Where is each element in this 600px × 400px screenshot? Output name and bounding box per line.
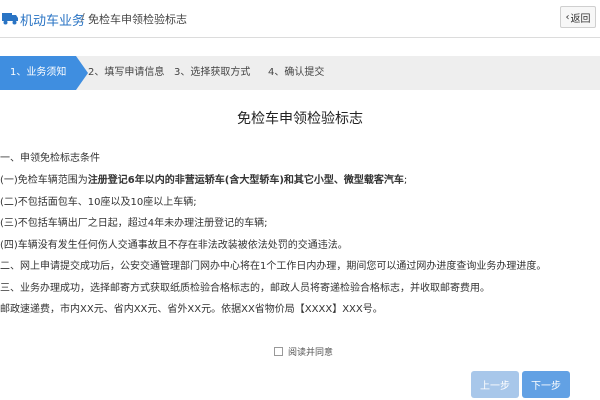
back-label: 返回 <box>570 13 591 25</box>
condition-item-1-prefix: (一)免检车辆范围为 <box>0 175 88 186</box>
breadcrumb-separator: / <box>81 11 85 24</box>
condition-item-2: (二)不包括面包车、10座以及10座以上车辆; <box>0 197 197 208</box>
checkbox-icon[interactable] <box>274 347 283 356</box>
step-progress-bar: 1、业务须知 2、填写申请信息 3、选择获取方式 4、确认提交 <box>0 56 600 90</box>
postage-note: 邮政速递费，市内XX元、省内XX元、省外XX元。依据XX省物价局【XXXX】XX… <box>0 304 383 315</box>
agree-checkbox[interactable]: 阅读并同意 <box>274 345 333 358</box>
section-1-heading: 一、申领免检标志条件 <box>0 153 100 164</box>
condition-item-1: (一)免检车辆范围为注册登记6年以内的非营运轿车(含大型轿车)和其它小型、微型载… <box>0 171 407 186</box>
condition-item-4: (四)车辆没有发生任何伤人交通事故且不存在非法改装被依法处罚的交通违法。 <box>0 240 348 251</box>
section-2-text: 二、网上申请提交成功后，公安交通管理部门网办中心将在1个工作日内办理，期间您可以… <box>0 261 547 272</box>
chevron-left-icon: ‹ <box>565 11 570 23</box>
step-1[interactable]: 1、业务须知 <box>0 56 76 90</box>
section-3-text: 三、业务办理成功，选择邮寄方式获取纸质检验合格标志的，邮政人员将寄递检验合格标志… <box>0 283 490 294</box>
condition-item-1-suffix: ; <box>403 175 408 186</box>
step-3[interactable]: 3、选择获取方式 <box>174 56 250 90</box>
next-step-button[interactable]: 下一步 <box>522 371 570 398</box>
truck-icon <box>2 13 18 25</box>
agree-label: 阅读并同意 <box>288 348 334 358</box>
step-arrow <box>76 56 88 90</box>
top-header: 机动车业务 / 免检车申领检验标志 ‹ 返回 <box>0 0 600 38</box>
prev-step-button[interactable]: 上一步 <box>471 371 519 398</box>
step-4[interactable]: 4、确认提交 <box>268 56 324 90</box>
step-2[interactable]: 2、填写申请信息 <box>88 56 164 90</box>
condition-item-1-bold: 注册登记6年以内的非营运轿车(含大型轿车)和其它小型、微型载客汽车 <box>87 175 404 186</box>
condition-item-3: (三)不包括车辆出厂之日起，超过4年未办理注册登记的车辆; <box>0 218 268 229</box>
back-button[interactable]: ‹ 返回 <box>560 6 596 28</box>
breadcrumb-module[interactable]: 机动车业务 <box>20 10 85 29</box>
breadcrumb-page: 免检车申领检验标志 <box>88 13 187 26</box>
page-title: 免检车申领检验标志 <box>237 111 363 127</box>
